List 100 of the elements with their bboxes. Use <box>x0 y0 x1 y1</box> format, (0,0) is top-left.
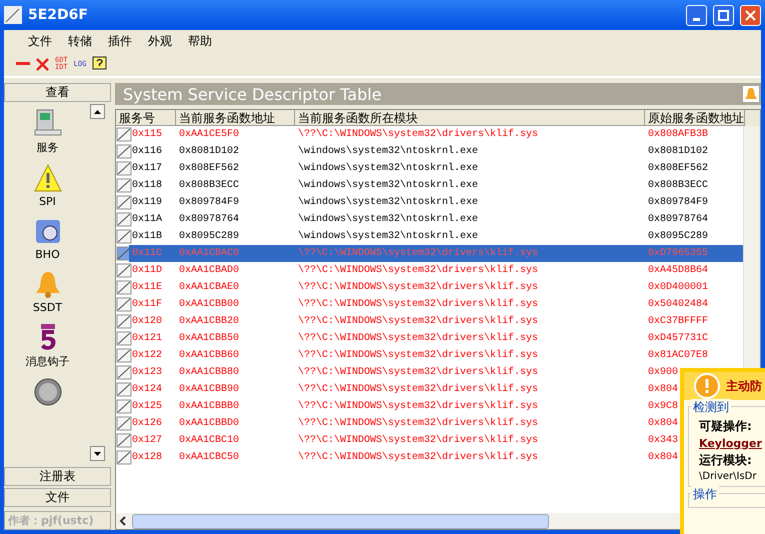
table-cell-text: 0x809784F9 <box>178 196 240 210</box>
table-cell-text: 0xAA1CBB20 <box>178 315 240 329</box>
table-cell[interactable]: 0x11E <box>129 279 176 296</box>
menu-item[interactable]: 外观 <box>140 32 180 50</box>
table-cell-text: \windows\system32\ntoskrnl.exe <box>297 162 480 176</box>
table-cell-text: \??\C:\WINDOWS\system32\drivers\klif.sys <box>297 416 540 431</box>
sidebar-item[interactable]: SSDT <box>32 269 62 314</box>
menu-item[interactable]: 插件 <box>100 32 140 50</box>
close-icon[interactable] <box>36 58 49 70</box>
scroll-down-button[interactable] <box>90 446 105 461</box>
app-icon <box>4 6 22 24</box>
table-cell[interactable]: 0x117 <box>129 160 176 177</box>
warning-icon <box>32 163 62 193</box>
table-cell-text: \??\C:\WINDOWS\system32\drivers\klif.sys <box>297 400 540 414</box>
table-cell[interactable]: 0x115 <box>129 126 176 143</box>
maximize-icon <box>718 10 729 20</box>
column-header[interactable]: 当前服务函数地址 <box>176 110 295 126</box>
table-cell: 0xAA1CBAC0 <box>176 245 295 262</box>
column-header[interactable]: 原始服务函数地址 <box>645 110 745 126</box>
table-cell-text: 0x804 <box>647 451 678 465</box>
table-cell[interactable]: 0x124 <box>129 381 176 398</box>
table-cell[interactable]: 0x123 <box>129 364 176 381</box>
table-cell[interactable]: 0x122 <box>129 347 176 364</box>
sidebar-item[interactable]: 服务 <box>32 108 62 155</box>
sidebar-section-button[interactable]: 文件 <box>4 488 111 507</box>
table-cell[interactable]: 0x128 <box>129 449 176 466</box>
window-title: 5E2D6F <box>28 7 89 23</box>
table-cell-text: 0x804 <box>647 383 678 397</box>
table-cell-text: 0x808B3ECC <box>647 179 708 193</box>
help-icon[interactable] <box>92 56 108 72</box>
field-label: 可疑操作: <box>699 418 753 435</box>
table-cell-text: 0xA45D8B64 <box>647 264 708 278</box>
table-cell-text: 0x808EF562 <box>647 162 708 176</box>
round-icon[interactable] <box>32 377 62 407</box>
menu-item[interactable]: 帮助 <box>180 32 220 50</box>
table-cell-text: \??\C:\WINDOWS\system32\drivers\klif.sys <box>297 434 540 448</box>
column-header[interactable]: 当前服务函数所在模块 <box>295 110 645 126</box>
table-cell[interactable]: 0x120 <box>129 313 176 330</box>
table-cell-text: 0x900 <box>647 366 678 380</box>
table-cell-text: 0x8081D102 <box>178 145 240 159</box>
group-label: 检测到 <box>691 399 731 416</box>
table-cell-text: 0xAA1CBB50 <box>178 332 240 346</box>
table-cell-text: \??\C:\WINDOWS\system32\drivers\klif.sys <box>297 314 540 329</box>
table-cell-text: \??\C:\WINDOWS\system32\drivers\klif.sys <box>297 382 540 397</box>
column-header[interactable]: 服务号 <box>116 110 176 126</box>
table-cell[interactable]: 0x125 <box>129 398 176 415</box>
table-cell-text: 0x0D400001 <box>647 281 708 295</box>
table-cell[interactable]: 0x11B <box>129 228 176 245</box>
table-cell-text: 0xAA1CBB00 <box>178 298 240 312</box>
menu-item[interactable]: 文件 <box>20 32 60 50</box>
table-cell[interactable]: 0x116 <box>129 143 176 160</box>
table-cell-text: 0xAA1CBBB0 <box>178 400 240 414</box>
table-cell[interactable]: 0x121 <box>129 330 176 347</box>
table-cell[interactable]: 0x118 <box>129 177 176 194</box>
table-cell-text: 0x808B3ECC <box>178 179 240 193</box>
module-path: \Driver\IsDr <box>699 471 758 482</box>
table-cell-text: 0xAA1CBB80 <box>178 366 240 380</box>
field-label: 运行模块: <box>699 452 753 469</box>
action-link[interactable]: Keylogger <box>699 437 765 450</box>
table-cell-text: \??\C:\WINDOWS\system32\drivers\klif.sys <box>297 366 540 380</box>
maximize-button[interactable] <box>713 4 734 26</box>
sidebar-section-button[interactable]: 注册表 <box>4 467 111 486</box>
minus-icon[interactable] <box>16 62 30 66</box>
table-cell[interactable]: 0x119 <box>129 194 176 211</box>
table-cell-text: \windows\system32\ntoskrnl.exe <box>297 178 480 193</box>
alert-title: 主动防 <box>726 378 762 394</box>
table-cell-text: \??\C:\WINDOWS\system32\drivers\klif.sys <box>297 280 540 295</box>
table-cell[interactable]: 0x11D <box>129 262 176 279</box>
table-cell-text: \windows\system32\ntoskrnl.exe <box>297 212 480 227</box>
close-button[interactable] <box>740 4 761 26</box>
table-cell-text: \??\C:\WINDOWS\system32\drivers\klif.sys <box>297 348 540 363</box>
table-cell[interactable]: 0x126 <box>129 415 176 432</box>
table-cell-text: 0x808AFB3B <box>647 128 708 142</box>
menu-item[interactable]: 转储 <box>60 32 100 50</box>
table-cell-text: 0xC37BFFFF <box>647 315 708 329</box>
table-cell-text: 0x8081D102 <box>647 145 708 159</box>
up-arrow-icon <box>94 110 101 114</box>
table-cell[interactable]: 0x127 <box>129 432 176 449</box>
sidebar-item[interactable]: 消息钩子 <box>26 322 70 369</box>
table-cell: \??\C:\WINDOWS\system32\drivers\klif.sys <box>295 245 645 262</box>
sidebar-header[interactable]: 查看 <box>4 83 111 102</box>
table-cell-text: 0xAA1CBB90 <box>178 383 240 397</box>
minimize-button[interactable] <box>686 4 707 26</box>
table-cell-text: 0xAA1CBAE0 <box>178 281 240 295</box>
table-cell[interactable]: 0x11A <box>129 211 176 228</box>
table-cell-text: 0x804 <box>647 417 678 431</box>
table-cell-text: 0x8095C289 <box>178 230 240 244</box>
table-cell-text: \??\C:\WINDOWS\system32\drivers\klif.sys <box>297 298 540 312</box>
table-cell-text: \??\C:\WINDOWS\system32\drivers\klif.sys <box>297 128 540 142</box>
table-cell-text: 0x343 <box>647 434 678 448</box>
warning-icon <box>694 373 720 399</box>
sidebar-item[interactable]: BHO <box>32 216 62 261</box>
table-cell-text: 0x808EF562 <box>178 162 240 176</box>
panel-title: System Service Descriptor Table <box>123 84 382 104</box>
down-arrow-icon <box>94 452 101 456</box>
sidebar-item[interactable]: SPI <box>32 163 62 208</box>
scroll-up-button[interactable] <box>90 104 105 119</box>
table-cell-text: 0xAA1CBC10 <box>178 434 240 448</box>
close-icon <box>745 10 756 20</box>
table-cell[interactable]: 0x11F <box>129 296 176 313</box>
